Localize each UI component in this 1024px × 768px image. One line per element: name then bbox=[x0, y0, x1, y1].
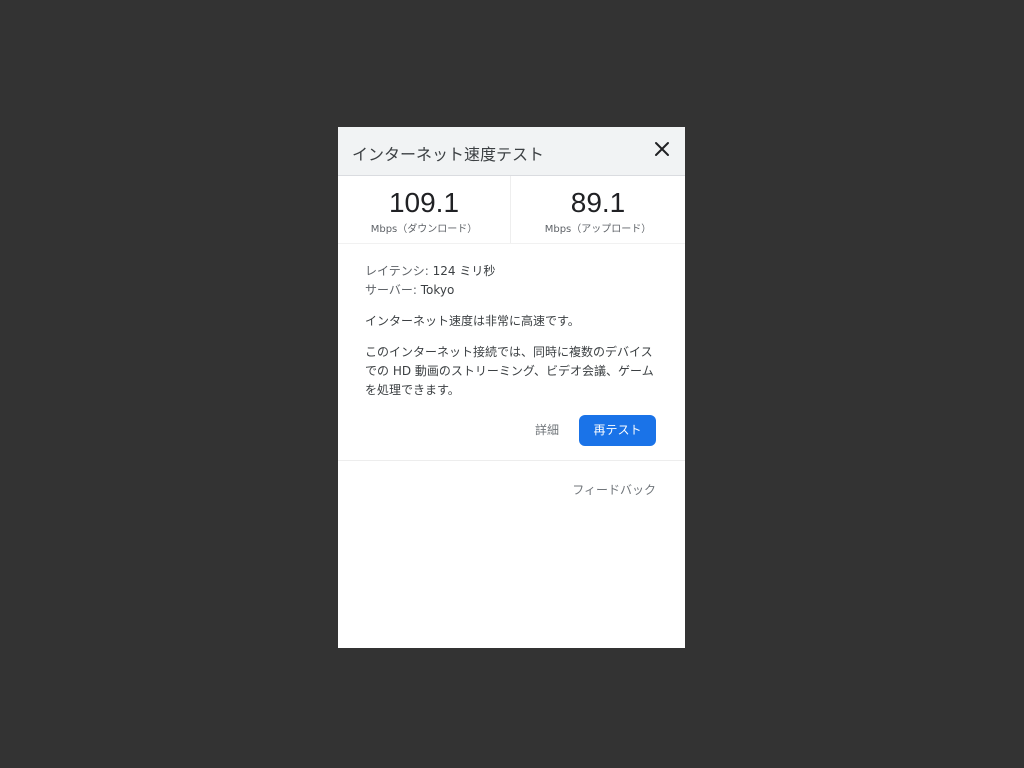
download-speed-value: 109.1 bbox=[388, 187, 460, 218]
speed-results: 109.1 Mbps（ダウンロード） 89.1 Mbps（アップロード） bbox=[338, 176, 685, 244]
upload-speed-unit: Mbps（アップロード） bbox=[544, 224, 652, 235]
server-line: サーバー: Tokyo bbox=[365, 281, 657, 300]
server-value: Tokyo bbox=[420, 283, 455, 297]
upload-result: 89.1 Mbps（アップロード） bbox=[511, 176, 685, 243]
download-result: 109.1 Mbps（ダウンロード） bbox=[338, 176, 511, 243]
close-icon bbox=[655, 142, 669, 156]
feedback-link[interactable]: フィードバック bbox=[572, 481, 656, 498]
footer-divider bbox=[338, 460, 685, 461]
details-link[interactable]: 詳細 bbox=[535, 421, 559, 440]
latency-label: レイテンシ: bbox=[365, 264, 429, 278]
close-button[interactable] bbox=[651, 138, 673, 160]
speed-summary: インターネット速度は非常に高速です。 bbox=[365, 314, 580, 328]
dialog-title: インターネット速度テスト bbox=[352, 145, 545, 164]
latency-value: 124 ミリ秒 bbox=[432, 264, 496, 278]
retest-button[interactable]: 再テスト bbox=[579, 415, 656, 446]
result-details: レイテンシ: 124 ミリ秒 サーバー: Tokyo インターネット速度は非常に… bbox=[338, 244, 685, 446]
download-speed-unit: Mbps（ダウンロード） bbox=[370, 224, 478, 235]
latency-line: レイテンシ: 124 ミリ秒 bbox=[365, 262, 657, 281]
upload-speed-value: 89.1 bbox=[570, 187, 626, 218]
speed-test-dialog: インターネット速度テスト 109.1 Mbps（ダウンロード） 89.1 Mbp… bbox=[338, 127, 685, 648]
server-label: サーバー: bbox=[365, 283, 417, 297]
dialog-actions: 詳細 再テスト bbox=[365, 415, 657, 446]
speed-description: このインターネット接続では、同時に複数のデバイスでの HD 動画のストリーミング… bbox=[365, 345, 654, 397]
dialog-header: インターネット速度テスト bbox=[338, 127, 685, 176]
